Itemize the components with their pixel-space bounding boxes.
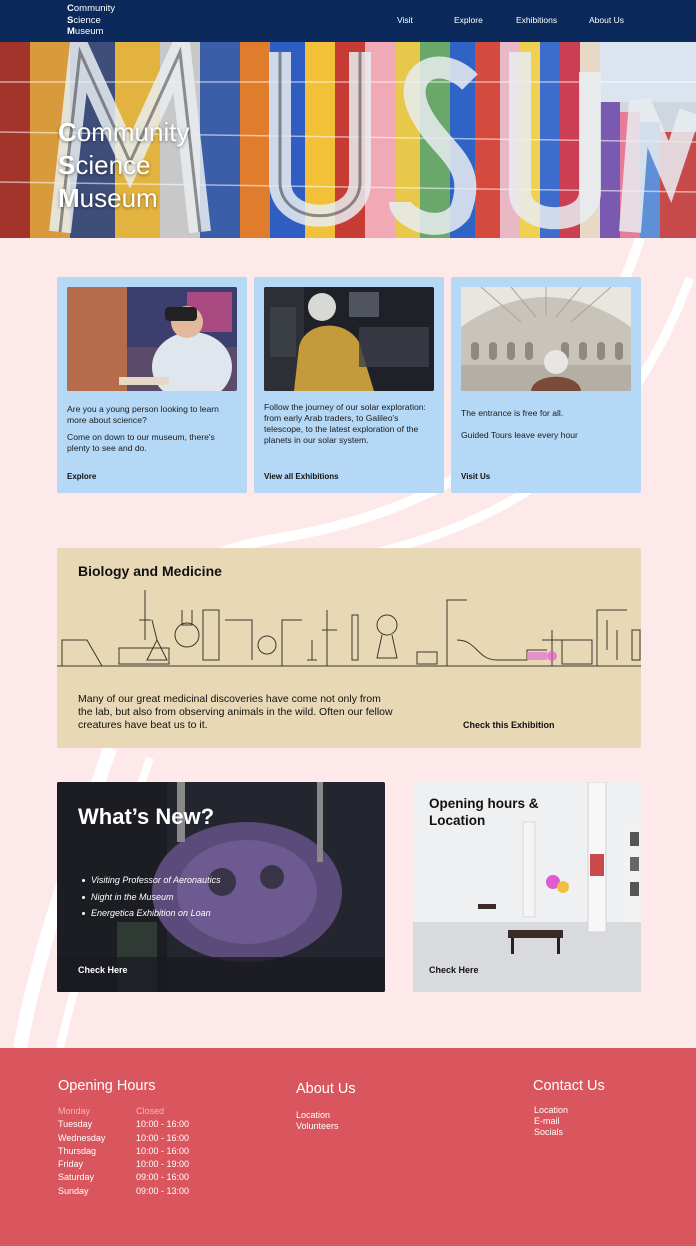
hero-banner: Community Science Museum	[0, 42, 696, 238]
logo-line: Science	[67, 15, 115, 27]
whats-new-panel: What’s New? Visiting Professor of Aerona…	[57, 782, 385, 992]
hours-day: Saturday	[58, 1172, 95, 1183]
hours-row: Sunday 09:00 - 13:00	[58, 1185, 189, 1198]
whats-new-title: What’s New?	[78, 804, 215, 829]
nav-link-explore[interactable]: Explore	[454, 15, 483, 25]
footer-about-heading: About Us	[296, 1081, 356, 1097]
logo-rest: useum	[74, 26, 104, 37]
footer-hours-table: Monday Closed Tuesday 10:00 - 16:00 Wednes…	[58, 1105, 189, 1198]
card-visit-info: The entrance is free for all. Guided Tou…	[451, 277, 641, 493]
whats-new-list: Visiting Professor of Aeronautics Night …	[82, 872, 221, 922]
vr-headset-photo	[67, 287, 237, 391]
card-text: Are you a young person looking to learn …	[67, 404, 219, 425]
logo-rest: ommunity	[73, 3, 116, 14]
view-all-exhibitions-link[interactable]: View all Exhibitions	[264, 472, 339, 481]
nav-link-about-us[interactable]: About Us	[589, 15, 624, 25]
hero-title-line: Museum	[58, 182, 189, 215]
lab-equipment-illustration	[57, 590, 641, 667]
footer-link-volunteers[interactable]: Volunteers	[296, 1121, 339, 1132]
hero-title: Community Science Museum	[58, 116, 189, 215]
footer-contact-heading: Contact Us	[533, 1078, 605, 1094]
logo-initial: C	[67, 3, 74, 14]
footer-link-contact-location[interactable]: Location	[534, 1105, 568, 1116]
hero-title-initial: C	[58, 117, 77, 147]
hours-time: 09:00 - 13:00	[136, 1185, 190, 1196]
card-text: The entrance is free for all.	[461, 408, 564, 418]
footer-link-email[interactable]: E-mail	[534, 1116, 568, 1127]
card-young-people: Are you a young person looking to learn …	[57, 277, 247, 493]
hours-time: 10:00 - 16:00	[136, 1132, 190, 1143]
opening-hours-location-panel: Opening hours & Location Check Here	[413, 782, 641, 992]
hero-title-rest: cience	[75, 150, 151, 180]
footer-link-socials[interactable]: Socials	[534, 1127, 568, 1138]
hero-title-rest: useum	[79, 183, 158, 213]
hours-row: Friday 10:00 - 19:00	[58, 1158, 189, 1171]
hours-day: Friday	[58, 1159, 84, 1170]
hours-time: 09:00 - 16:00	[136, 1172, 190, 1183]
hero-title-line: Community	[58, 116, 189, 149]
logo-rest: cience	[73, 14, 101, 26]
footer-link-location[interactable]: Location	[296, 1110, 339, 1121]
hours-row: Wednesday 10:00 - 16:00	[58, 1132, 189, 1145]
hours-day: Thursdag	[58, 1145, 97, 1156]
hours-day: Monday	[58, 1106, 91, 1116]
hours-row: Thursdag 10:00 - 16:00	[58, 1145, 189, 1158]
footer-opening-hours-heading: Opening Hours	[58, 1078, 156, 1094]
hero-title-line: Science	[58, 149, 189, 182]
footer-contact-links: Location E-mail Socials	[534, 1105, 568, 1139]
hero-title-initial: S	[58, 150, 76, 180]
museum-hall-photo	[461, 287, 631, 391]
list-item[interactable]: Energetica Exhibition on Loan	[82, 905, 221, 922]
hero-title-initial: M	[58, 183, 80, 213]
nav-link-visit[interactable]: Visit	[397, 15, 413, 25]
hours-row: Tuesday 10:00 - 16:00	[58, 1118, 189, 1131]
logo-line: Community	[67, 3, 115, 15]
astronaut-exhibit-photo	[264, 287, 434, 391]
opening-hours-title: Opening hours & Location	[429, 796, 539, 828]
hours-day: Sunday	[58, 1185, 89, 1196]
card-solar-exploration: Follow the journey of our solar explorat…	[254, 277, 444, 493]
explore-link[interactable]: Explore	[67, 472, 96, 481]
opening-hours-check-here-link[interactable]: Check Here	[429, 965, 479, 975]
hero-title-rest: ommunity	[76, 117, 190, 147]
visit-us-link[interactable]: Visit Us	[461, 472, 490, 481]
hours-time: 10:00 - 16:00	[136, 1119, 190, 1130]
check-this-exhibition-link[interactable]: Check this Exhibition	[463, 720, 555, 730]
logo-line: Museum	[67, 26, 115, 38]
list-item[interactable]: Night in the Museum	[82, 889, 221, 906]
footer-about-links: Location Volunteers	[296, 1110, 339, 1132]
card-text: Guided Tours leave every hour	[461, 430, 578, 440]
card-text: Follow the journey of our solar explorat…	[264, 402, 426, 445]
logo-initial: M	[67, 26, 75, 37]
top-navbar: Community Science Museum Visit Explore Exh…	[0, 0, 696, 42]
site-footer: Opening Hours Monday Closed Tuesday 10:00 …	[0, 1048, 696, 1246]
hours-time: 10:00 - 19:00	[136, 1159, 190, 1170]
whats-new-check-here-link[interactable]: Check Here	[78, 965, 128, 975]
hours-day: Wednesday	[58, 1132, 106, 1143]
biology-section-text: Many of our great medicinal discoveries …	[78, 693, 393, 731]
site-logo[interactable]: Community Science Museum	[67, 3, 115, 38]
hours-row: Monday Closed	[58, 1105, 189, 1118]
hours-time: Closed	[136, 1106, 165, 1116]
hours-row: Saturday 09:00 - 16:00	[58, 1171, 189, 1184]
list-item[interactable]: Visiting Professor of Aeronautics	[82, 872, 221, 889]
biology-medicine-section: Biology and Medicine Many of our great m…	[57, 548, 641, 748]
hours-day: Tuesday	[58, 1119, 93, 1130]
card-text: Come on down to our museum, there's plen…	[67, 432, 215, 453]
biology-section-title: Biology and Medicine	[78, 563, 222, 579]
hours-time: 10:00 - 16:00	[136, 1145, 190, 1156]
nav-link-exhibitions[interactable]: Exhibitions	[516, 15, 557, 25]
